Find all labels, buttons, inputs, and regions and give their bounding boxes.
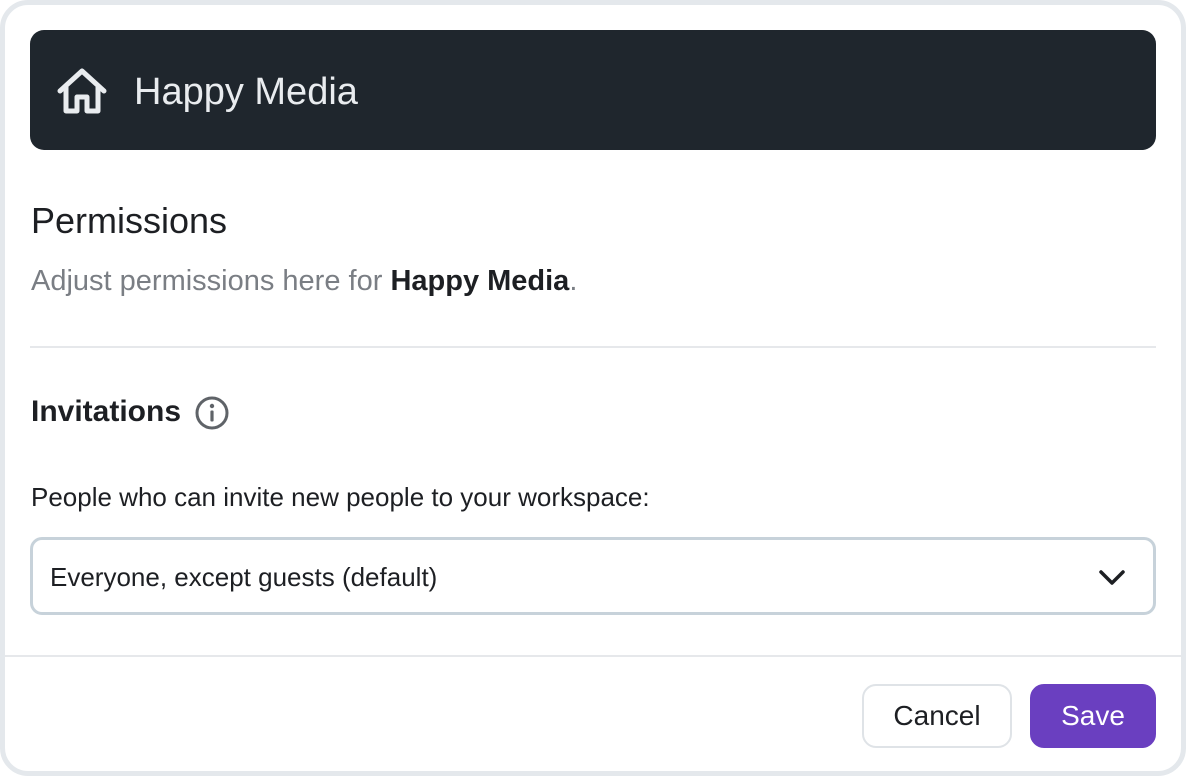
page-title: Permissions [31,200,228,241]
save-button[interactable]: Save [1030,684,1156,748]
info-icon[interactable] [194,395,230,431]
section-title-invitations: Invitations [31,395,182,428]
workspace-header: Happy Media [30,30,1156,150]
chevron-down-icon [1099,570,1125,585]
invite-permission-select[interactable]: Everyone, except guests (default) [30,537,1156,615]
workspace-name: Happy Media [134,71,358,113]
subtitle-text: Adjust permissions here for [31,265,391,297]
page-subtitle: Adjust permissions here for Happy Media. [31,263,577,299]
subtitle-workspace-name: Happy Media [390,265,570,297]
subtitle-suffix: . [569,265,578,297]
cancel-button[interactable]: Cancel [862,684,1012,748]
permissions-dialog: Happy Media Permissions Adjust permissio… [0,0,1186,776]
section-divider [30,346,1156,348]
footer-divider [5,655,1181,657]
invite-permission-label: People who can invite new people to your… [31,482,650,512]
select-value: Everyone, except guests (default) [50,562,438,592]
home-icon [57,68,107,114]
